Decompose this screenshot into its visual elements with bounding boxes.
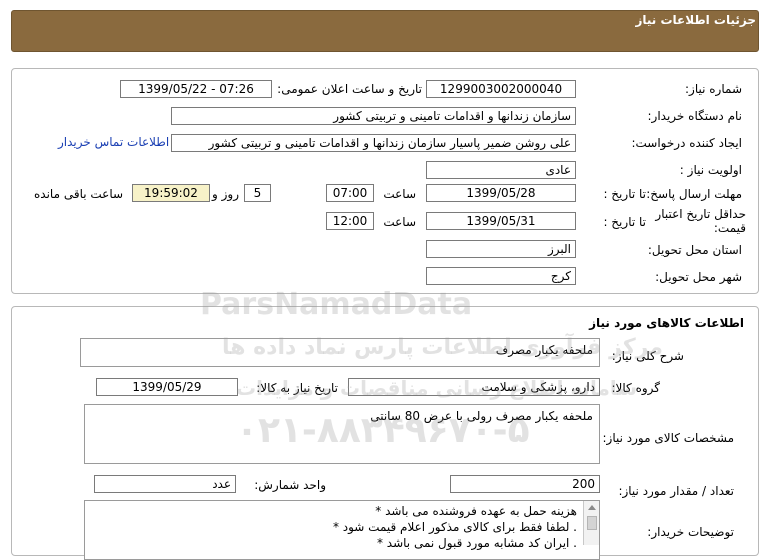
validity-to-date-label: تا تاریخ :: [603, 215, 646, 229]
buyer-notes-label: توضیحات خریدار:: [647, 525, 734, 539]
announce-label: تاریخ و ساعت اعلان عمومی:: [277, 82, 422, 96]
deadline-time-field: 07:00: [326, 184, 374, 202]
summary-field: ملحفه یکبار مصرف: [80, 338, 600, 367]
buyer-note-line: . ایران کد مشابه مورد قبول نمی باشد *: [376, 536, 577, 550]
validity-label: حداقل تاریخ اعتبار قیمت:: [655, 207, 746, 235]
need-info-panel: [11, 68, 759, 294]
buyer-note-line: هزینه حمل به عهده فروشنده می باشد *: [375, 504, 577, 518]
need-number-field: 1299003002000040: [426, 80, 576, 98]
deadline-to-date-label: تا تاریخ :: [603, 187, 646, 201]
remaining-time-field: 19:59:02: [132, 184, 210, 202]
city-field: کرج: [426, 267, 576, 285]
deadline-time-label: ساعت: [383, 187, 416, 201]
validity-time-field: 12:00: [326, 212, 374, 230]
province-label: استان محل تحویل:: [647, 243, 742, 257]
specs-label: مشخصات کالای مورد نیاز:: [602, 431, 734, 445]
remaining-days-field: 5: [244, 184, 271, 202]
city-label: شهر محل تحویل:: [655, 270, 742, 284]
province-field: البرز: [426, 240, 576, 258]
unit-field: عدد: [94, 475, 236, 493]
deadline-date-field: 1399/05/28: [426, 184, 576, 202]
buyer-org-label: نام دستگاه خریدار:: [647, 109, 743, 123]
unit-label: واحد شمارش:: [254, 478, 326, 492]
priority-field: عادی: [426, 161, 576, 179]
qty-label: تعداد / مقدار مورد نیاز:: [618, 484, 734, 498]
buyer-org-field: سازمان زندانها و اقدامات تامینی و تربیتی…: [171, 107, 576, 125]
buyer-note-line: . لطفا فقط برای کالای مذکور اعلام قیمت ش…: [332, 520, 577, 534]
buyer-notes-field: هزینه حمل به عهده فروشنده می باشد * . لط…: [84, 500, 600, 560]
need-date-field: 1399/05/29: [96, 378, 238, 396]
deadline-label: مهلت ارسال پاسخ:: [646, 187, 742, 201]
need-number-label: شماره نیاز:: [685, 82, 742, 96]
requester-label: ایجاد کننده درخواست:: [631, 136, 742, 150]
specs-field: ملحفه یکبار مصرف رولی با عرض 80 سانتی: [84, 404, 600, 464]
goods-section-title: اطلاعات کالاهای مورد نیاز: [589, 316, 744, 330]
requester-field: علی روشن ضمیر پاسیار سازمان زندانها و اق…: [171, 134, 576, 152]
days-label: روز و: [212, 187, 239, 201]
notes-scrollbar[interactable]: [583, 501, 599, 545]
scroll-up-icon[interactable]: [587, 505, 596, 510]
goods-group-label: گروه کالا:: [611, 381, 661, 395]
summary-label: شرح کلی نیاز:: [611, 349, 684, 363]
page-title: جزئیات اطلاعات نیاز: [635, 13, 756, 27]
qty-field: 200: [450, 475, 600, 493]
validity-time-label: ساعت: [383, 215, 416, 229]
validity-date-field: 1399/05/31: [426, 212, 576, 230]
need-date-label: تاریخ نیاز به کالا:: [256, 381, 338, 395]
announce-field: 1399/05/22 - 07:26: [120, 80, 272, 98]
scroll-thumb[interactable]: [586, 516, 597, 530]
remaining-label: ساعت باقی مانده: [34, 187, 124, 201]
buyer-contact-link[interactable]: اطلاعات تماس خریدار: [58, 135, 169, 149]
priority-label: اولویت نیاز :: [679, 163, 742, 177]
goods-group-field: دارو، پزشکی و سلامت: [348, 378, 600, 396]
